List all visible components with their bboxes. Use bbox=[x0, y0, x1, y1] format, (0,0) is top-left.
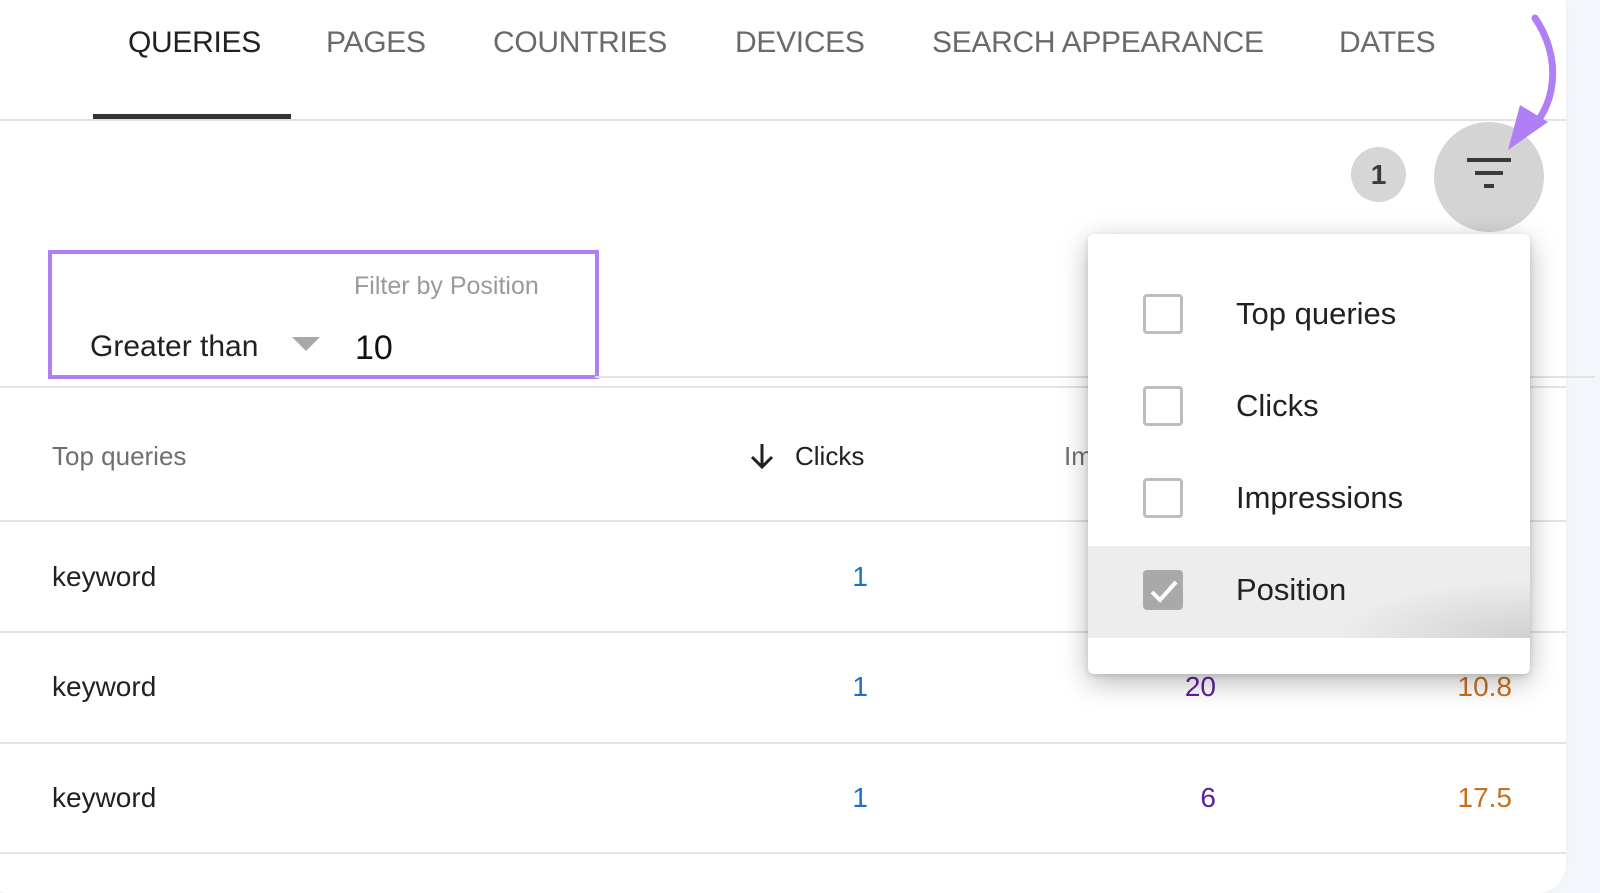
filter-list-icon bbox=[1467, 158, 1511, 188]
menu-item-label: Impressions bbox=[1236, 480, 1404, 515]
impressions-cell: 6 bbox=[1200, 782, 1216, 813]
clicks-cell: 1 bbox=[852, 782, 868, 813]
clicks-cell: 1 bbox=[852, 561, 868, 592]
tab-dates[interactable]: DATES bbox=[1339, 26, 1436, 60]
filter-operator-select[interactable]: Greater than bbox=[90, 330, 258, 364]
filter-value-input[interactable]: 10 bbox=[355, 329, 393, 368]
query-cell: keyword bbox=[52, 561, 157, 592]
menu-item-label: Clicks bbox=[1236, 388, 1319, 423]
position-cell: 10.8 bbox=[1457, 671, 1513, 702]
checkbox[interactable] bbox=[1143, 294, 1183, 334]
dimension-tabs: QUERIES PAGES COUNTRIES DEVICES SEARCH A… bbox=[0, 0, 1600, 121]
query-cell: keyword bbox=[52, 782, 157, 813]
checkbox[interactable] bbox=[1143, 478, 1183, 518]
tab-queries[interactable]: QUERIES bbox=[128, 26, 261, 60]
filter-menu: Top queries Clicks Impressions Position bbox=[1088, 234, 1530, 674]
row-divider bbox=[0, 852, 1566, 854]
tabs-divider bbox=[0, 119, 1566, 121]
active-filter-count-badge: 1 bbox=[1351, 147, 1406, 202]
tab-search-appearance[interactable]: SEARCH APPEARANCE bbox=[932, 26, 1264, 60]
dropdown-caret-icon[interactable] bbox=[292, 337, 320, 351]
position-cell: 17.5 bbox=[1457, 782, 1513, 813]
checkbox[interactable] bbox=[1143, 386, 1183, 426]
checkbox-checked[interactable] bbox=[1143, 570, 1183, 610]
menu-item-position[interactable]: Position bbox=[1088, 546, 1530, 638]
menu-item-impressions[interactable]: Impressions bbox=[1088, 454, 1530, 546]
tab-countries[interactable]: COUNTRIES bbox=[493, 26, 667, 60]
checkmark-icon bbox=[1150, 580, 1178, 603]
column-header-top-queries[interactable]: Top queries bbox=[52, 441, 186, 472]
filter-label: Filter by Position bbox=[354, 272, 539, 300]
sort-descending-icon[interactable] bbox=[748, 442, 776, 470]
row-divider bbox=[0, 742, 1566, 744]
menu-item-label: Position bbox=[1236, 572, 1347, 607]
annotation-arrow-icon bbox=[1508, 14, 1557, 150]
menu-item-clicks[interactable]: Clicks bbox=[1088, 362, 1530, 454]
query-cell: keyword bbox=[52, 671, 157, 702]
impressions-cell: 20 bbox=[1184, 671, 1216, 702]
clicks-cell: 1 bbox=[852, 671, 868, 702]
menu-item-label: Top queries bbox=[1236, 296, 1397, 331]
tab-devices[interactable]: DEVICES bbox=[735, 26, 865, 60]
position-filter-box: Filter by Position Greater than 10 bbox=[48, 250, 599, 379]
tab-pages[interactable]: PAGES bbox=[326, 26, 426, 60]
menu-item-top-queries[interactable]: Top queries bbox=[1088, 270, 1530, 362]
column-header-clicks[interactable]: Clicks bbox=[795, 441, 864, 472]
